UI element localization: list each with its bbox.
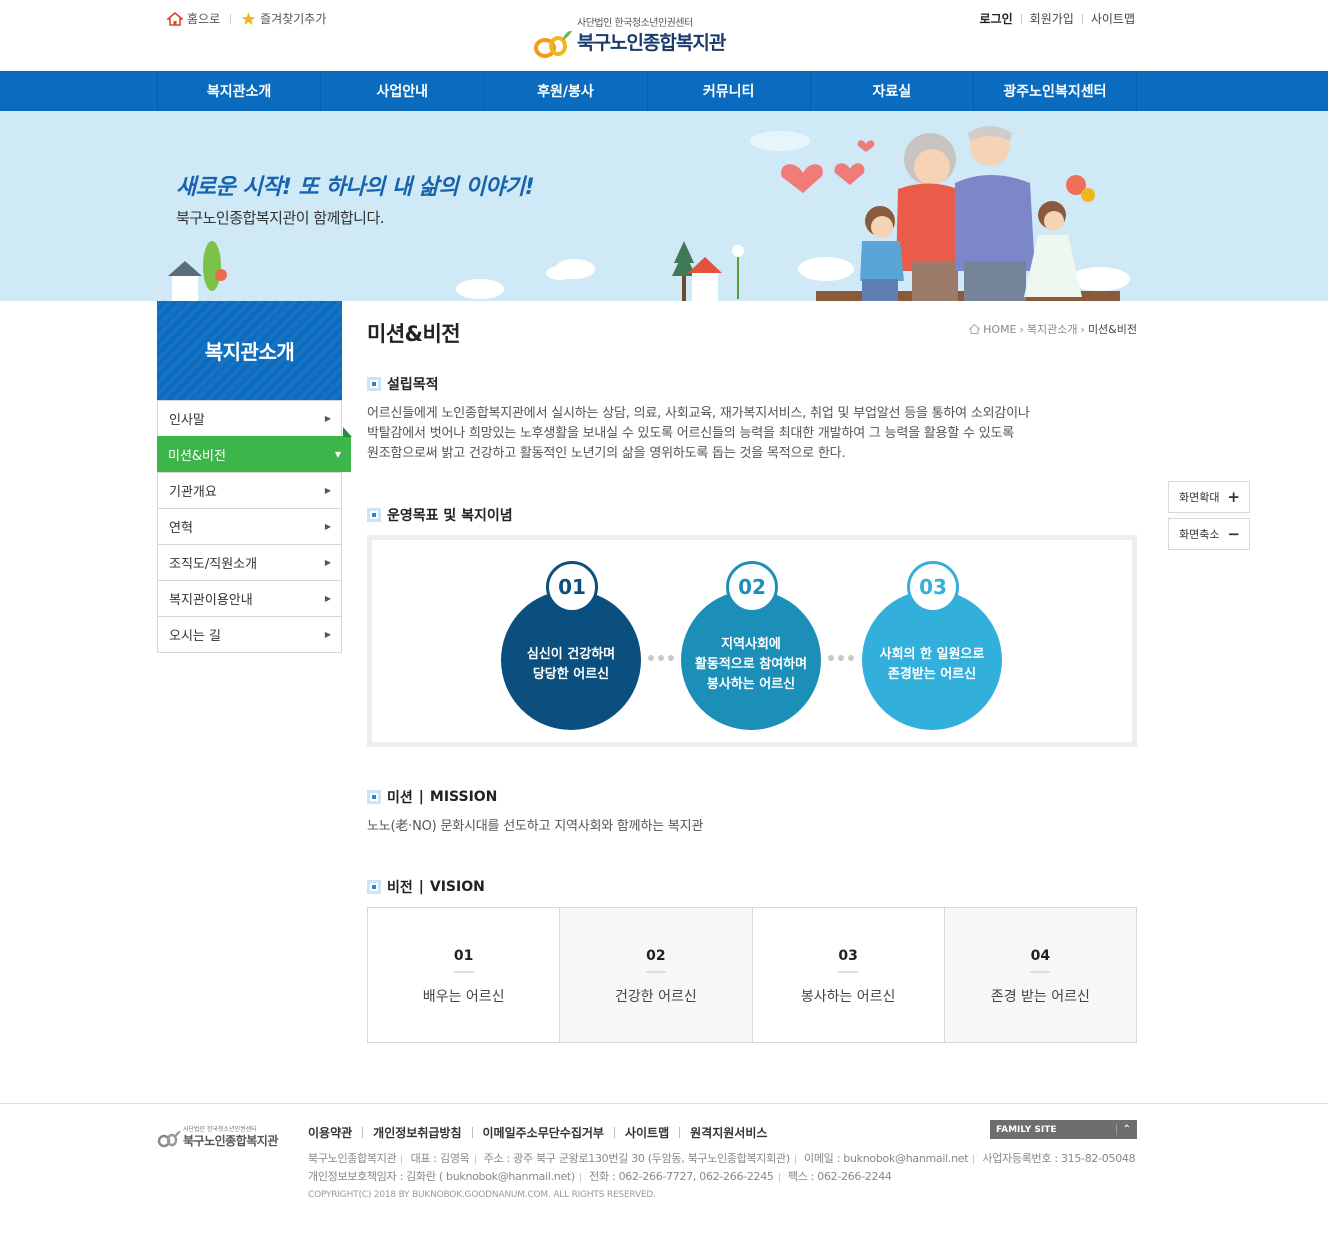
plus-icon: + <box>1227 488 1240 506</box>
square-bullet-icon <box>367 377 381 391</box>
divider <box>1081 13 1083 24</box>
goal-circle-1: 01 심신이 건강하며 당당한 어르신 <box>501 561 641 730</box>
home-icon <box>969 324 981 334</box>
nav-item-gwangju-center[interactable]: 광주노인복지센터 <box>974 71 1138 111</box>
join-link[interactable]: 회원가입 <box>1030 10 1074 27</box>
mission-text: 노노(老·NO) 문화시대를 선도하고 지역사회와 함께하는 복지관 <box>367 819 704 834</box>
top-header: 홈으로 즐겨찾기추가 사단법인 한국청소년인권센터 북구노인종합복지관 로그인 … <box>0 0 1328 71</box>
logo-title: 북구노인종합복지관 <box>577 32 726 54</box>
footer-link-email-policy[interactable]: 이메일주소무단수집거부 <box>483 1124 604 1141</box>
square-bullet-icon <box>367 880 381 894</box>
footer-link-terms[interactable]: 이용약관 <box>308 1124 352 1141</box>
side-nav-item-mission-vision[interactable]: 미션&비전 ▼ <box>157 427 352 472</box>
side-navigation: 복지관소개 인사말 ▶ 미션&비전 ▼ 기관개요 ▶ 연혁 ▶ 조직도/직원소개 ▶ 복지… <box>157 301 352 653</box>
chevron-up-icon: ⌃ <box>1115 1124 1131 1135</box>
side-nav-title: 복지관소개 <box>157 301 342 400</box>
breadcrumb-home[interactable]: HOME <box>983 323 1016 336</box>
footer-links: 이용약관 개인정보취급방침 이메일주소무단수집거부 사이트맵 원격지원서비스 <box>308 1124 767 1141</box>
page-title: 미션&비전 <box>367 322 461 346</box>
nav-item-community[interactable]: 커뮤니티 <box>648 71 811 111</box>
vision-item: 03 봉사하는 어르신 <box>753 908 945 1042</box>
goal-number: 03 <box>907 561 959 613</box>
dots-separator <box>648 655 674 661</box>
zoom-out-button[interactable]: 화면축소 − <box>1168 518 1250 550</box>
logo-icon <box>534 30 572 58</box>
footer-copyright: COPYRIGHT(C) 2018 BY BUKNOBOK.GOODNANUM.… <box>308 1190 656 1200</box>
side-nav-item-organization[interactable]: 조직도/직원소개 ▶ <box>158 544 341 580</box>
family-site-select[interactable]: FAMILY SITE ⌃ <box>990 1120 1137 1139</box>
square-bullet-icon <box>367 508 381 522</box>
side-nav-item-greeting[interactable]: 인사말 ▶ <box>158 400 341 436</box>
footer-link-remote-support[interactable]: 원격지원서비스 <box>690 1124 767 1141</box>
goal-number: 02 <box>726 561 778 613</box>
minus-icon: − <box>1227 525 1240 543</box>
chevron-right-icon: › <box>1080 322 1085 336</box>
goal-number: 01 <box>546 561 598 613</box>
chevron-right-icon: ▶ <box>324 522 331 531</box>
vision-item: 02 건강한 어르신 <box>560 908 753 1042</box>
nav-item-about[interactable]: 복지관소개 <box>158 71 322 111</box>
goal-circle-2: 02 지역사회에 활동적으로 참여하며 봉사하는 어르신 <box>681 561 821 730</box>
section-title-mission: 미션 | MISSION <box>367 787 497 807</box>
goals-panel: 01 심신이 건강하며 당당한 어르신 02 지역사회에 활동적으로 참여하며 … <box>367 535 1137 747</box>
nav-item-programs[interactable]: 사업안내 <box>321 71 485 111</box>
main-navigation: 복지관소개 사업안내 후원/봉사 커뮤니티 자료실 광주노인복지센터 <box>0 71 1328 111</box>
section-title-vision: 비전 | VISION <box>367 877 485 897</box>
footer-link-privacy[interactable]: 개인정보취급방침 <box>373 1124 461 1141</box>
banner-slogan: 새로운 시작! 또 하나의 내 삶의 이야기! <box>176 175 535 200</box>
banner-illustration <box>168 126 1130 301</box>
goal-text: 사회의 한 일원으로 존경받는 어르신 <box>879 647 985 682</box>
sitemap-link[interactable]: 사이트맵 <box>1091 10 1135 27</box>
square-bullet-icon <box>367 790 381 804</box>
site-footer: 사단법인 한국청소년인권센터 북구노인종합복지관 이용약관 개인정보취급방침 이… <box>0 1103 1328 1260</box>
chevron-down-icon: ▼ <box>334 450 341 459</box>
vision-item: 04 존경 받는 어르신 <box>944 908 1136 1042</box>
chevron-right-icon: ▶ <box>324 630 331 639</box>
logo-subtitle: 사단법인 한국청소년인권센터 <box>577 18 693 29</box>
section-title-goals: 운영목표 및 복지이념 <box>367 505 513 525</box>
chevron-right-icon: ▶ <box>324 486 331 495</box>
side-nav-item-history[interactable]: 연혁 ▶ <box>158 508 341 544</box>
side-nav-item-directions[interactable]: 오시는 길 ▶ <box>158 616 341 652</box>
home-icon <box>167 11 183 26</box>
home-link[interactable]: 홈으로 <box>167 10 220 27</box>
goal-circle-3: 03 사회의 한 일원으로 존경받는 어르신 <box>862 561 1002 730</box>
divider <box>230 13 232 24</box>
vision-item: 01 배우는 어르신 <box>368 908 561 1042</box>
breadcrumb-current: 미션&비전 <box>1087 323 1137 336</box>
section-title-purpose: 설립목적 <box>367 374 439 394</box>
bookmark-link[interactable]: 즐겨찾기추가 <box>241 10 326 27</box>
side-nav-item-usage-guide[interactable]: 복지관이용안내 ▶ <box>158 580 341 616</box>
hero-banner: 새로운 시작! 또 하나의 내 삶의 이야기! 북구노인종합복지관이 함께합니다… <box>0 111 1328 301</box>
dots-separator <box>828 655 854 661</box>
chevron-right-icon: › <box>1019 322 1024 336</box>
chevron-right-icon: ▶ <box>324 558 331 567</box>
goal-text: 심신이 건강하며 당당한 어르신 <box>526 647 616 682</box>
breadcrumb: HOME › 복지관소개 › 미션&비전 <box>969 321 1137 337</box>
nav-item-support[interactable]: 후원/봉사 <box>484 71 648 111</box>
vision-table: 01 배우는 어르신 02 건강한 어르신 03 봉사하는 어르신 04 존경 … <box>367 907 1137 1043</box>
login-link[interactable]: 로그인 <box>980 10 1013 27</box>
logo-icon <box>157 1130 181 1148</box>
banner-subtitle: 북구노인종합복지관이 함께합니다. <box>176 209 385 227</box>
footer-info: 북구노인종합복지관 대표 : 김영옥 주소 : 광주 북구 군왕로130번길 3… <box>308 1152 1136 1183</box>
footer-link-sitemap[interactable]: 사이트맵 <box>625 1124 669 1141</box>
purpose-text: 어르신들에게 노인종합복지관에서 실시하는 상담, 의료, 사회교육, 재가복지… <box>367 406 1030 461</box>
zoom-in-button[interactable]: 화면확대 + <box>1168 481 1250 513</box>
site-logo[interactable]: 사단법인 한국청소년인권센터 북구노인종합복지관 <box>533 14 773 60</box>
goal-text: 지역사회에 활동적으로 참여하며 봉사하는 어르신 <box>694 637 808 692</box>
divider <box>1020 13 1022 24</box>
nav-item-resources[interactable]: 자료실 <box>811 71 974 111</box>
utility-links-left: 홈으로 즐겨찾기추가 <box>167 10 326 27</box>
breadcrumb-about[interactable]: 복지관소개 <box>1027 321 1078 337</box>
star-icon <box>241 12 256 25</box>
side-nav-item-overview[interactable]: 기관개요 ▶ <box>158 472 341 508</box>
chevron-right-icon: ▶ <box>324 594 331 603</box>
chevron-right-icon: ▶ <box>324 414 331 423</box>
utility-links-right: 로그인 회원가입 사이트맵 <box>980 10 1135 27</box>
